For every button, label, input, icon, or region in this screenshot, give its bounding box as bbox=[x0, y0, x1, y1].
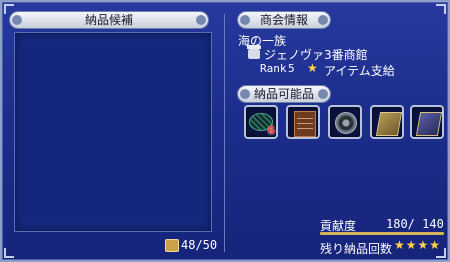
item-slot-cabinet[interactable] bbox=[286, 105, 320, 139]
item-count: 6 bbox=[267, 124, 275, 137]
remaining-deliveries-stars: ★★★★ bbox=[394, 238, 442, 252]
purple-book-icon bbox=[415, 112, 443, 136]
item-slot-fishing-net[interactable]: 6 bbox=[244, 105, 278, 139]
delivery-window: 納品候補 商会情報 海の一族 ジェノヴァ3番商館 Rank 5 ★ アイテム支給… bbox=[0, 0, 450, 262]
item-support-label: アイテム支給 bbox=[324, 64, 395, 78]
gold-book-icon bbox=[375, 112, 403, 136]
deliverable-items-header: 納品可能品 bbox=[238, 86, 330, 102]
deliverable-items-row: 6 bbox=[244, 105, 444, 141]
candidates-list[interactable] bbox=[14, 32, 212, 232]
item-slot-purple-book[interactable] bbox=[410, 105, 444, 139]
remaining-deliveries-label: 残り納品回数 bbox=[320, 242, 393, 256]
shop-icon bbox=[247, 45, 261, 59]
wheel-icon bbox=[335, 112, 357, 134]
candidates-header: 納品候補 bbox=[10, 12, 208, 28]
item-slot-gold-book[interactable] bbox=[370, 105, 404, 139]
item-slot-wheel[interactable] bbox=[328, 105, 362, 139]
panel-divider bbox=[224, 14, 225, 252]
star-icon: ★ bbox=[307, 61, 318, 75]
contribution-value: 180/ 140 bbox=[386, 217, 444, 231]
rank-value: 5 bbox=[288, 62, 295, 75]
bag-icon bbox=[165, 239, 179, 252]
capacity-counter: 48/50 bbox=[181, 238, 218, 252]
corner-ornament bbox=[436, 4, 446, 14]
company-info-header: 商会情報 bbox=[238, 12, 330, 28]
cabinet-icon bbox=[294, 111, 316, 137]
contribution-bar bbox=[320, 232, 444, 235]
rank-label: Rank bbox=[260, 62, 287, 75]
corner-ornament bbox=[4, 248, 14, 258]
